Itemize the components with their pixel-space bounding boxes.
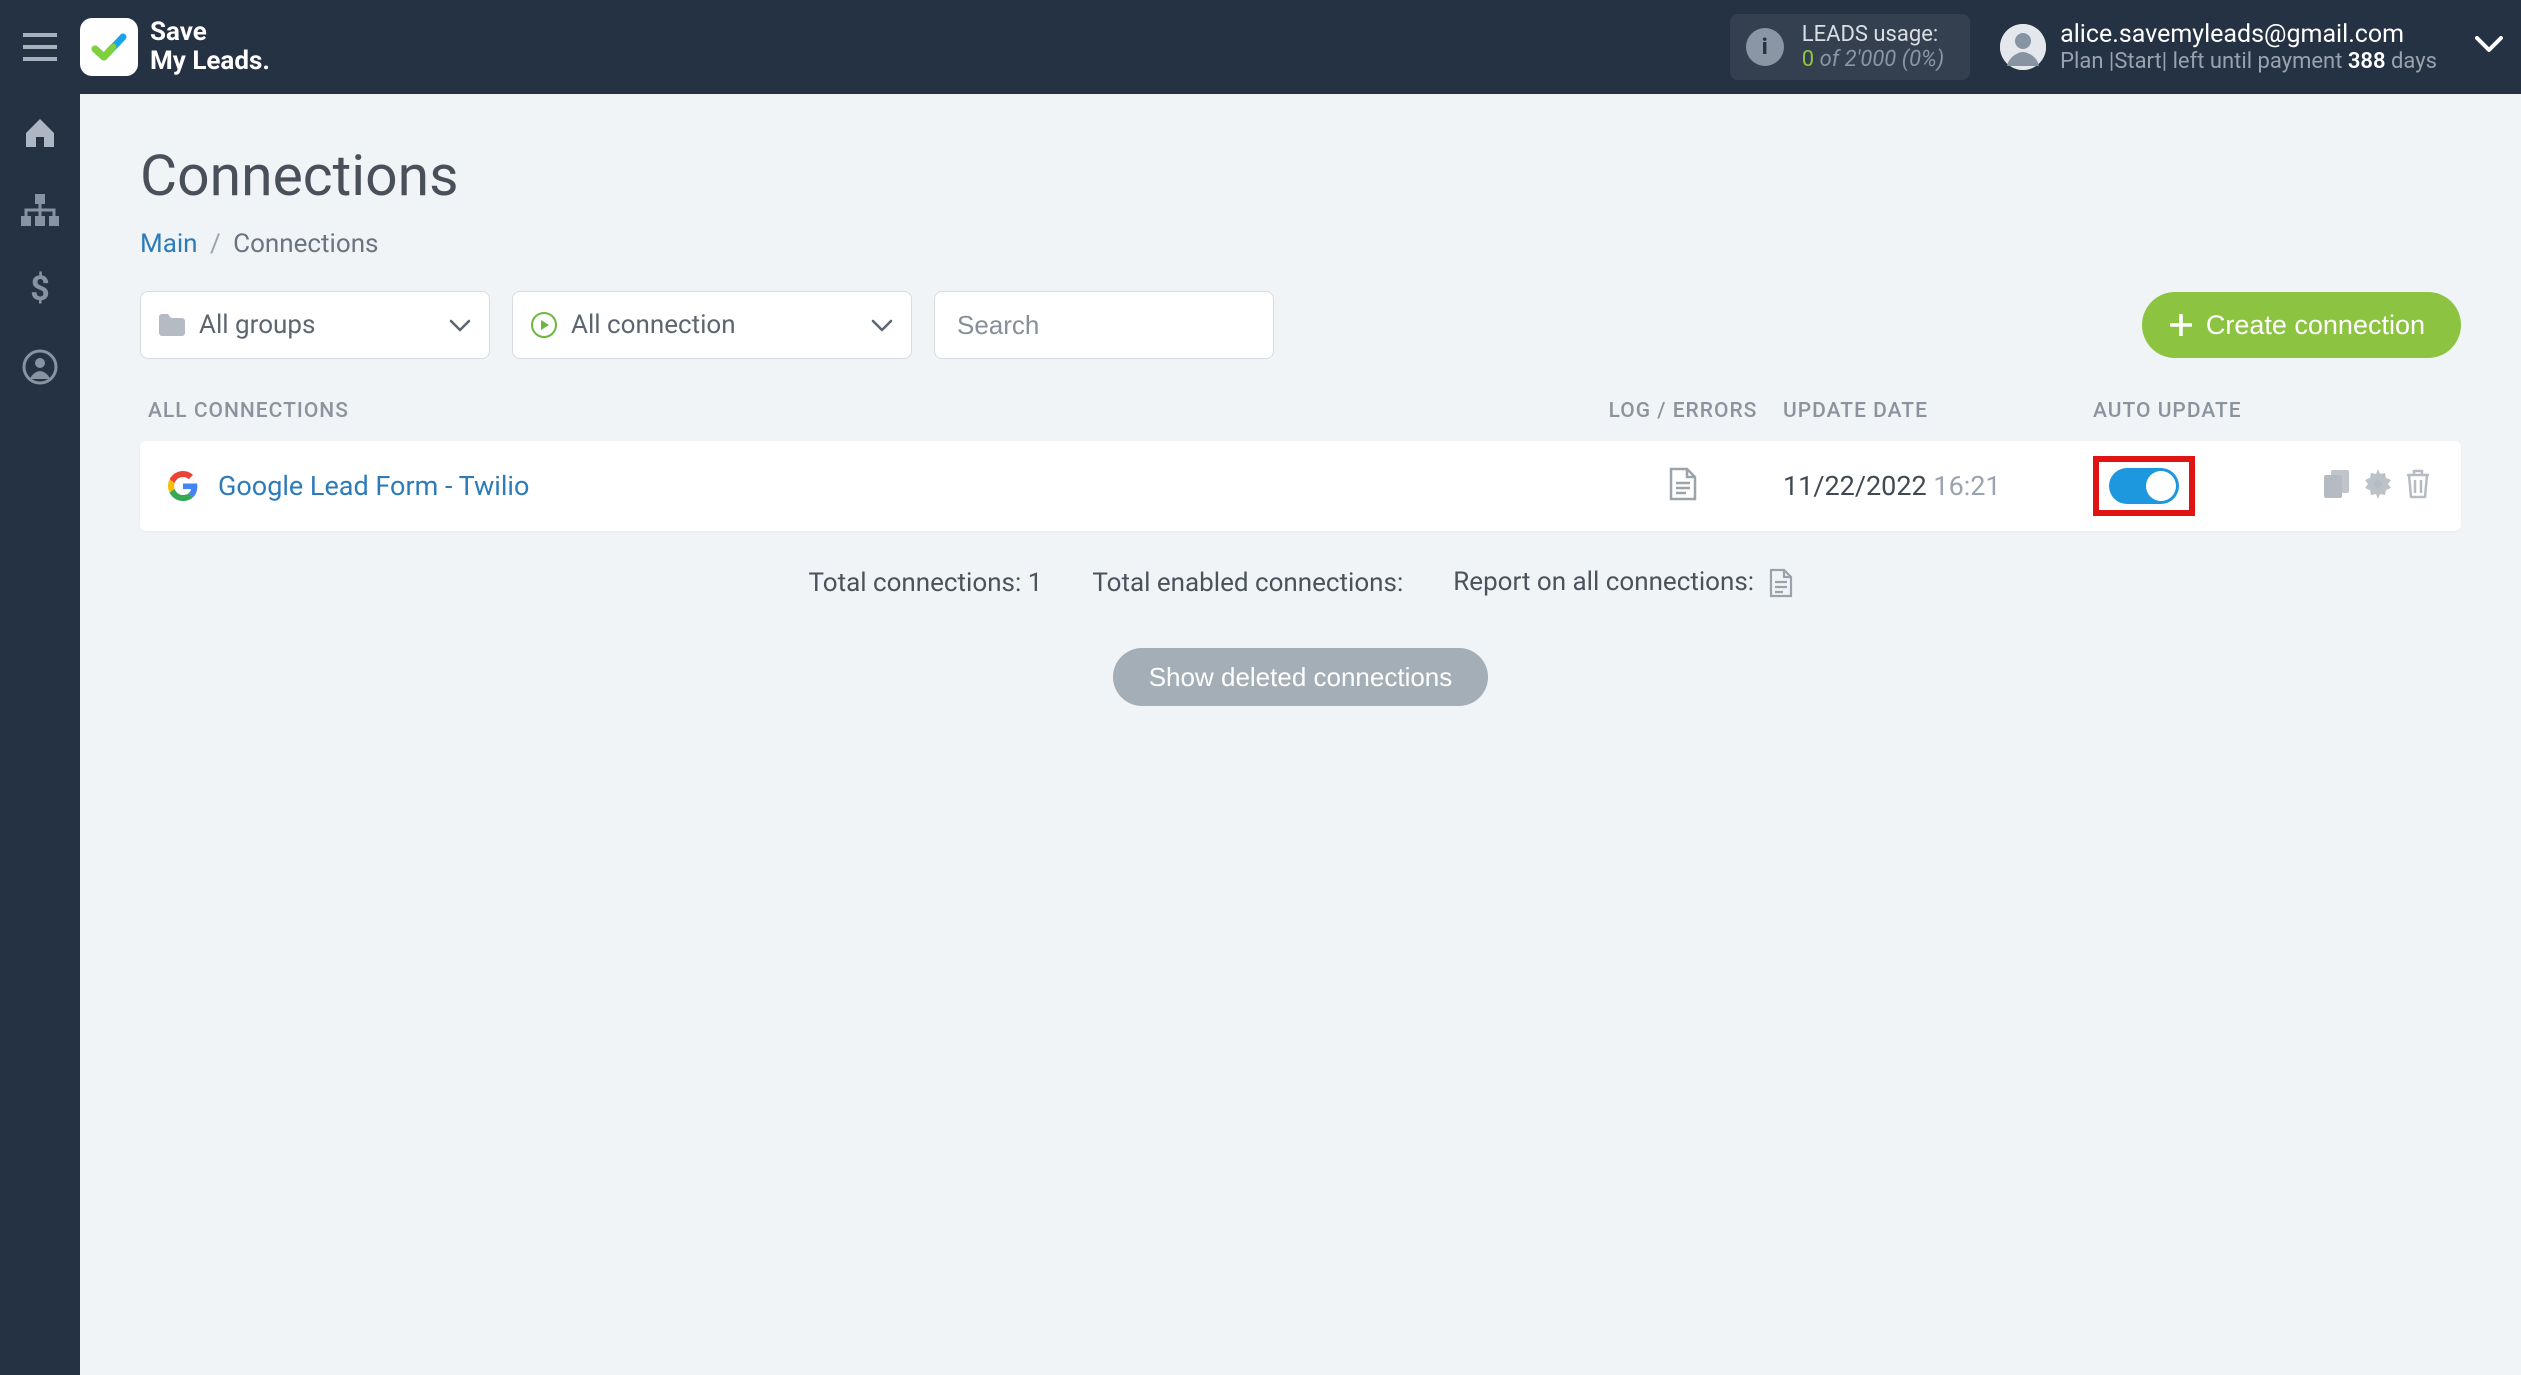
sidebar-item-account[interactable] [0,328,80,406]
page-title: Connections [140,142,2461,209]
total-enabled-connections: Total enabled connections: [1092,568,1403,598]
info-icon: i [1746,28,1784,66]
leads-usage-label: LEADS usage: [1802,22,1944,47]
th-update-date: UPDATE DATE [1773,399,2083,423]
log-button[interactable] [1669,467,1697,505]
toggle-knob [2146,471,2176,501]
user-email: alice.savemyleads@gmail.com [2060,20,2437,49]
copy-button[interactable] [2323,469,2351,503]
home-icon [22,115,58,151]
report-all-connections: Report on all connections: [1453,567,1792,598]
google-icon [168,471,198,501]
hamburger-icon [23,33,57,61]
connection-name-link[interactable]: Google Lead Form - Twilio [218,470,529,502]
check-icon [89,27,129,67]
breadcrumb-separator: / [210,229,221,259]
groups-select[interactable]: All groups [140,291,490,359]
sidebar-item-billing[interactable]: $ [0,250,80,328]
report-button[interactable] [1769,568,1793,598]
user-circle-icon [22,349,58,385]
sitemap-icon [21,194,59,228]
user-plan: Plan |Start| left until payment 388 days [2060,49,2437,74]
search-field[interactable] [934,291,1274,359]
connection-status-select[interactable]: All connection [512,291,912,359]
gear-icon [2363,469,2393,499]
table-row: Google Lead Form - Twilio 11/22/2022 16:… [140,441,2461,531]
copy-icon [2323,469,2351,499]
sidebar-item-connections[interactable] [0,172,80,250]
settings-button[interactable] [2363,469,2393,503]
filter-toolbar: All groups All connection Create connect… [140,291,2461,359]
hamburger-menu-button[interactable] [0,0,80,94]
breadcrumb: Main / Connections [140,229,2461,259]
avatar [2000,24,2046,70]
chevron-down-icon [871,310,893,340]
auto-update-toggle[interactable] [2109,468,2179,504]
trash-icon [2405,469,2431,499]
total-connections: Total connections: 1 [808,568,1042,598]
th-auto-update: AUTO UPDATE [2083,399,2283,423]
groups-select-label: All groups [199,310,315,340]
logo-badge [80,18,138,76]
delete-button[interactable] [2405,469,2431,503]
connection-status-label: All connection [571,310,736,340]
plus-icon [2170,314,2192,336]
sidebar-item-home[interactable] [0,94,80,172]
highlight-box [2093,456,2195,516]
logo-text: Save My Leads. [150,18,270,75]
chevron-down-icon [449,310,471,340]
show-deleted-button[interactable]: Show deleted connections [1113,648,1489,706]
play-circle-icon [531,312,557,338]
main-content: Connections Main / Connections All group… [80,94,2521,1375]
create-connection-button[interactable]: Create connection [2142,292,2461,358]
user-icon [2000,24,2046,70]
top-bar: Save My Leads. i LEADS usage: 0 of 2'000… [0,0,2521,94]
leads-usage-badge[interactable]: i LEADS usage: 0 of 2'000 (0%) [1730,14,1970,80]
create-connection-label: Create connection [2206,310,2425,341]
th-log-errors: LOG / ERRORS [1593,399,1773,423]
document-icon [1769,568,1793,598]
footer-stats: Total connections: 1 Total enabled conne… [140,567,2461,598]
logo[interactable]: Save My Leads. [80,18,270,76]
dollar-icon: $ [29,270,51,308]
folder-icon [159,314,185,336]
update-date-cell: 11/22/2022 16:21 [1773,470,2083,502]
sidebar: $ [0,94,80,1375]
chevron-down-icon[interactable] [2475,36,2503,58]
svg-text:$: $ [30,270,50,308]
breadcrumb-current: Connections [233,229,378,259]
leads-usage-text: LEADS usage: 0 of 2'000 (0%) [1802,22,1944,72]
search-input[interactable] [957,310,1251,341]
breadcrumb-main-link[interactable]: Main [140,229,198,259]
user-menu[interactable]: alice.savemyleads@gmail.com Plan |Start|… [2000,20,2503,74]
document-icon [1669,467,1697,501]
th-all-connections: ALL CONNECTIONS [148,399,1593,423]
table-header: ALL CONNECTIONS LOG / ERRORS UPDATE DATE… [140,389,2461,441]
